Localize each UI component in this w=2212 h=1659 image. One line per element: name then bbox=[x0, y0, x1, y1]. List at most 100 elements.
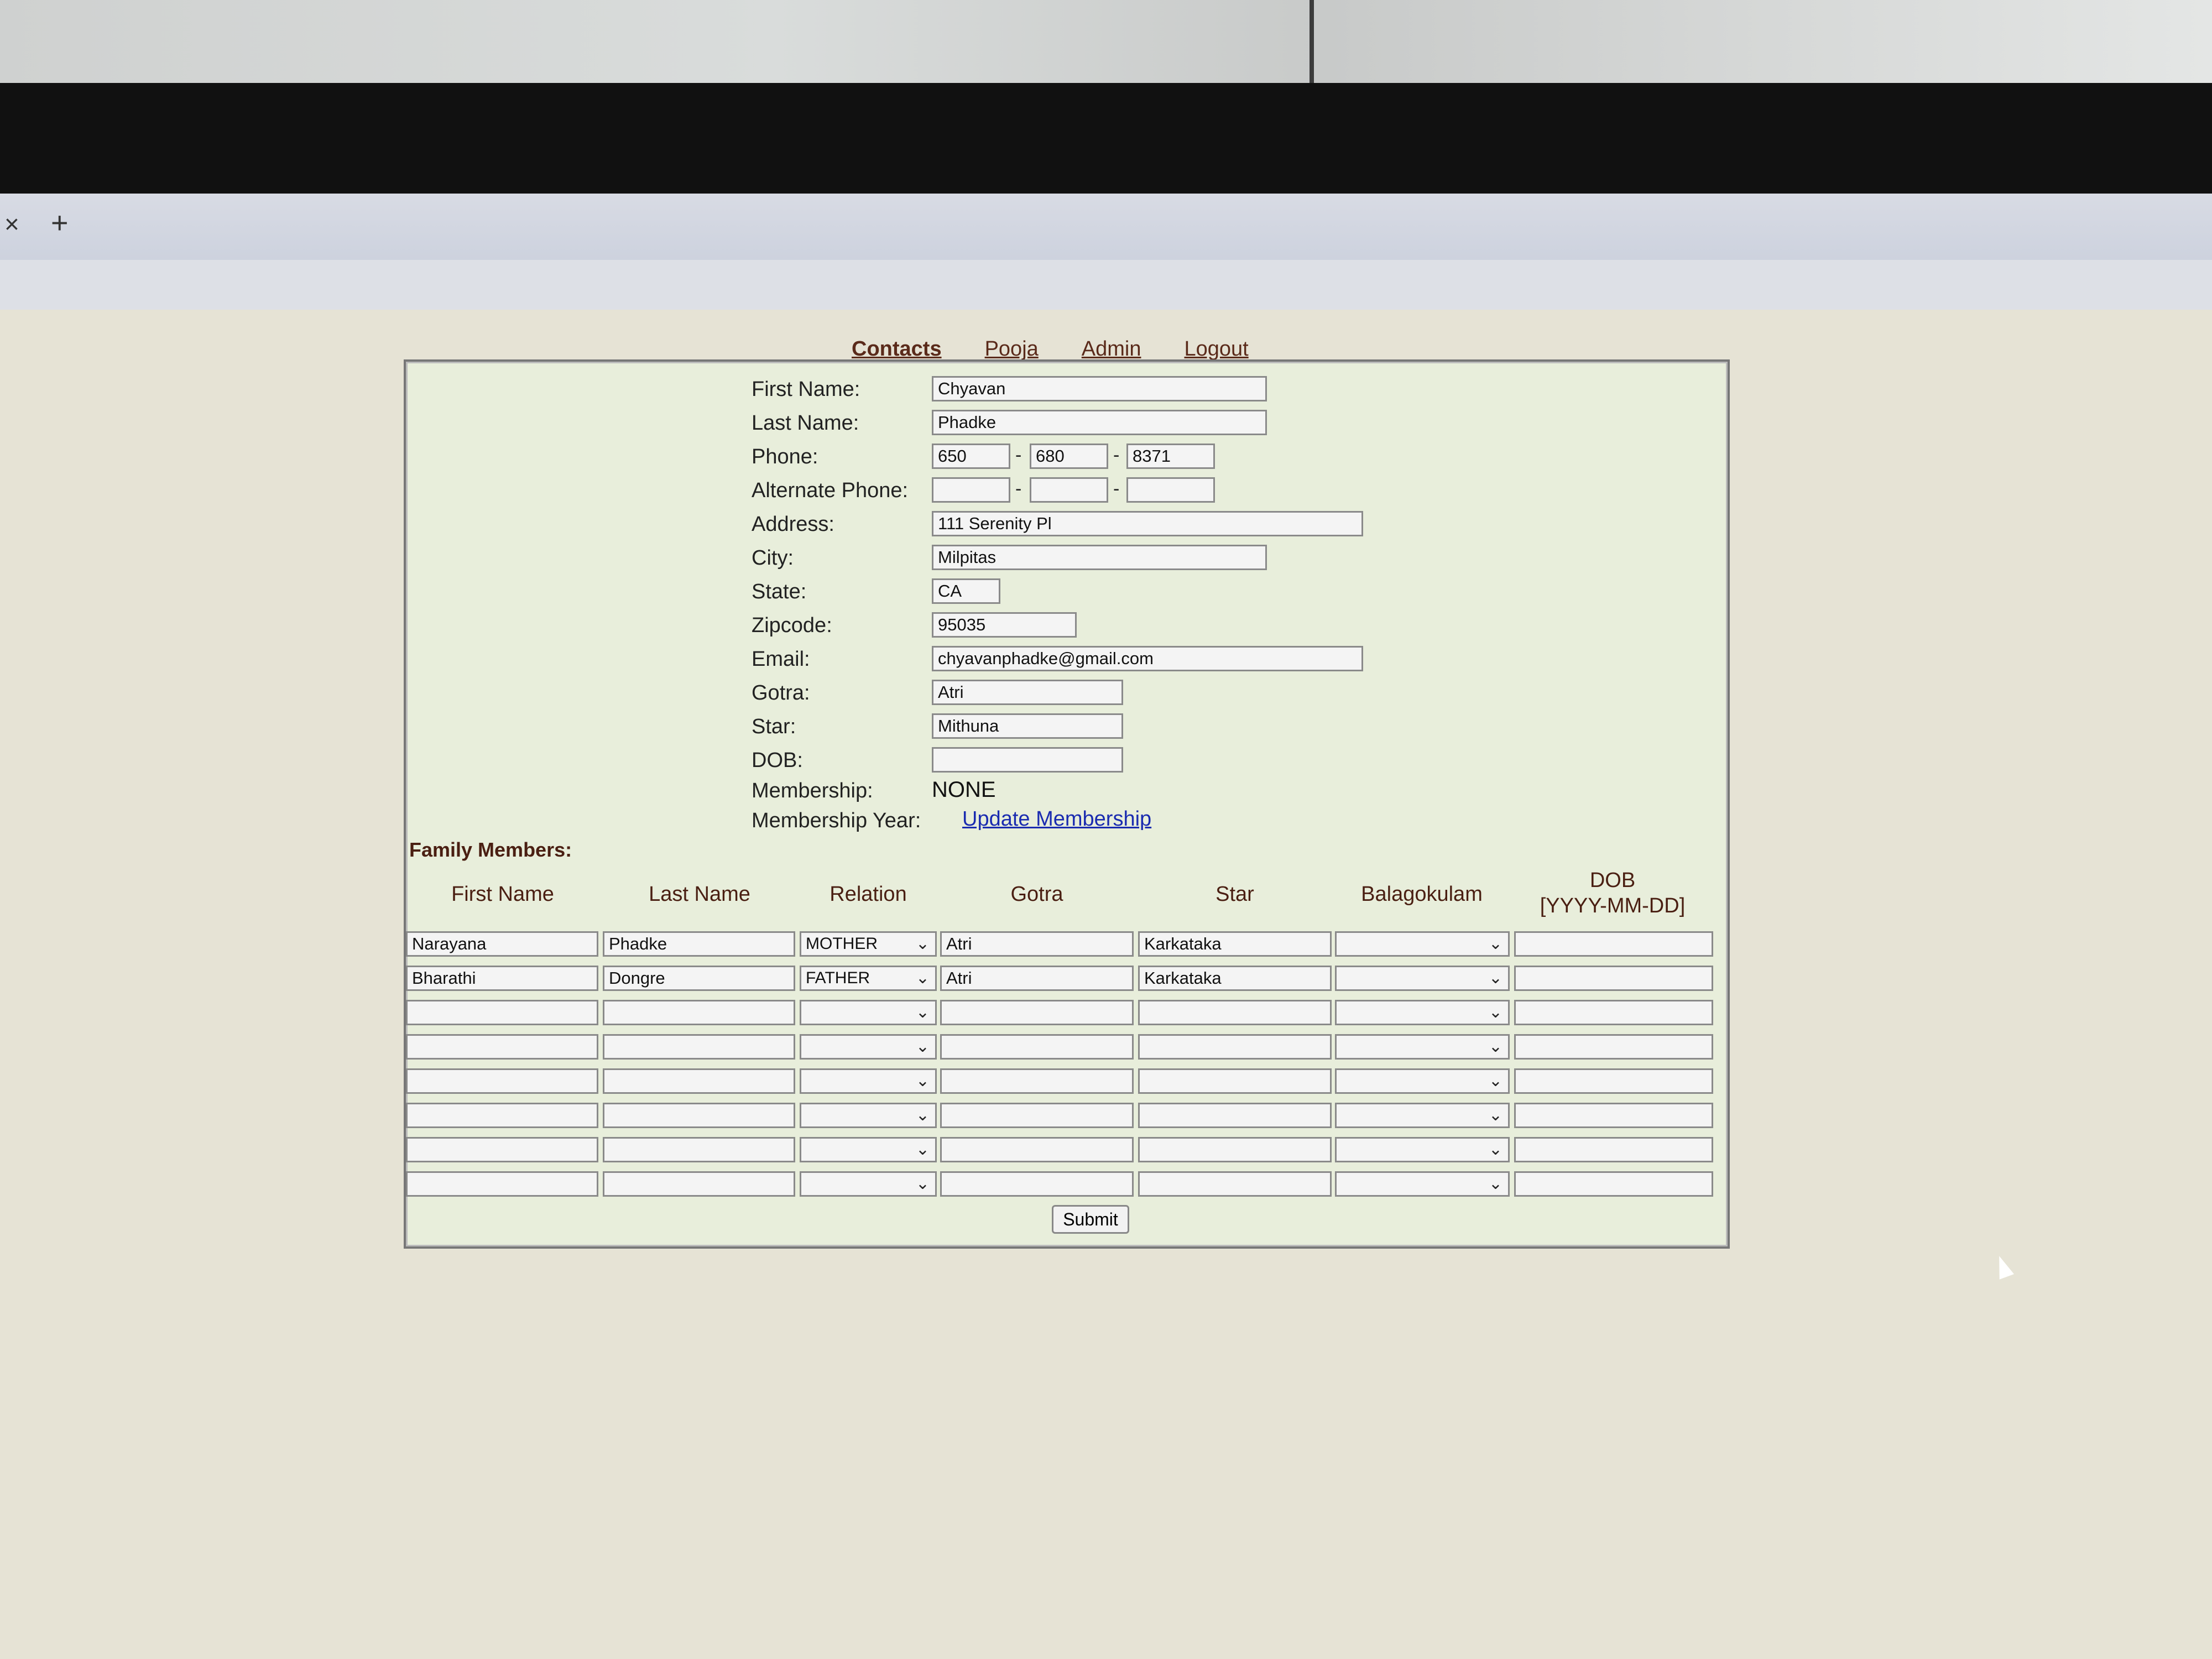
alt-phone-prefix-input[interactable] bbox=[1030, 477, 1108, 503]
chevron-down-icon: ⌄ bbox=[1488, 1175, 1503, 1193]
phone-prefix-input[interactable] bbox=[1030, 444, 1108, 469]
star-label: Star: bbox=[752, 715, 796, 738]
phone-label: Phone: bbox=[752, 445, 818, 468]
family-star-input[interactable] bbox=[1138, 1034, 1332, 1060]
chevron-down-icon: ⌄ bbox=[1488, 1106, 1503, 1124]
family-dob-input[interactable] bbox=[1514, 1137, 1713, 1162]
family-gotra-input[interactable] bbox=[940, 1000, 1134, 1025]
tab-close-icon[interactable]: × bbox=[4, 209, 19, 239]
star-input[interactable] bbox=[932, 713, 1123, 739]
family-balagokulam-select[interactable]: ⌄ bbox=[1335, 1068, 1510, 1094]
state-label: State: bbox=[752, 580, 807, 603]
submit-button[interactable]: Submit bbox=[1052, 1205, 1129, 1234]
first-name-input[interactable] bbox=[932, 376, 1267, 401]
family-last-name-input[interactable] bbox=[603, 1034, 795, 1060]
alt-phone-dash: - bbox=[1113, 478, 1120, 499]
family-dob-input[interactable] bbox=[1514, 1103, 1713, 1128]
family-dob-input[interactable] bbox=[1514, 966, 1713, 991]
family-gotra-input[interactable] bbox=[940, 1034, 1134, 1060]
family-dob-input[interactable] bbox=[1514, 1000, 1713, 1025]
family-balagokulam-select[interactable]: ⌄ bbox=[1335, 1171, 1510, 1197]
family-balagokulam-select[interactable]: ⌄ bbox=[1335, 1034, 1510, 1060]
family-star-input[interactable] bbox=[1138, 1068, 1332, 1094]
family-first-name-input[interactable] bbox=[406, 1103, 598, 1128]
family-balagokulam-select[interactable]: ⌄ bbox=[1335, 966, 1510, 991]
family-first-name-input[interactable] bbox=[406, 1137, 598, 1162]
family-last-name-input[interactable] bbox=[603, 931, 795, 957]
family-star-input[interactable] bbox=[1138, 966, 1332, 991]
family-relation-select[interactable]: MOTHER ⌄ bbox=[800, 931, 937, 957]
family-last-name-input[interactable] bbox=[603, 1068, 795, 1094]
family-star-input[interactable] bbox=[1138, 1171, 1332, 1197]
family-dob-input[interactable] bbox=[1514, 1068, 1713, 1094]
family-first-name-input[interactable] bbox=[406, 1068, 598, 1094]
col-last-name: Last Name bbox=[649, 883, 750, 906]
browser-toolbar bbox=[0, 260, 2212, 310]
col-dob-format: [YYYY-MM-DD] bbox=[1540, 894, 1686, 917]
first-name-label: First Name: bbox=[752, 378, 860, 401]
gotra-input[interactable] bbox=[932, 680, 1123, 705]
phone-dash: - bbox=[1113, 445, 1120, 466]
family-star-input[interactable] bbox=[1138, 1103, 1332, 1128]
col-star: Star bbox=[1215, 883, 1254, 906]
email-label: Email: bbox=[752, 648, 810, 671]
family-balagokulam-select[interactable]: ⌄ bbox=[1335, 1103, 1510, 1128]
family-dob-input[interactable] bbox=[1514, 1034, 1713, 1060]
family-relation-select[interactable]: ⌄ bbox=[800, 1034, 937, 1060]
family-relation-select[interactable]: ⌄ bbox=[800, 1137, 937, 1162]
family-gotra-input[interactable] bbox=[940, 1068, 1134, 1094]
chevron-down-icon: ⌄ bbox=[1488, 1037, 1503, 1056]
email-input[interactable] bbox=[932, 646, 1363, 671]
family-last-name-input[interactable] bbox=[603, 966, 795, 991]
new-tab-icon[interactable]: + bbox=[51, 206, 69, 240]
family-relation-select[interactable]: ⌄ bbox=[800, 1103, 937, 1128]
family-gotra-input[interactable] bbox=[940, 1171, 1134, 1197]
family-gotra-input[interactable] bbox=[940, 1103, 1134, 1128]
family-gotra-input[interactable] bbox=[940, 1137, 1134, 1162]
family-star-input[interactable] bbox=[1138, 1000, 1332, 1025]
family-star-input[interactable] bbox=[1138, 931, 1332, 957]
zipcode-input[interactable] bbox=[932, 612, 1077, 638]
last-name-input[interactable] bbox=[932, 410, 1267, 435]
family-last-name-input[interactable] bbox=[603, 1171, 795, 1197]
family-first-name-input[interactable] bbox=[406, 966, 598, 991]
col-first-name: First Name bbox=[451, 883, 554, 906]
state-input[interactable] bbox=[932, 578, 1000, 604]
family-star-input[interactable] bbox=[1138, 1137, 1332, 1162]
family-gotra-input[interactable] bbox=[940, 931, 1134, 957]
update-membership-link[interactable]: Update Membership bbox=[962, 807, 1151, 831]
address-label: Address: bbox=[752, 513, 834, 536]
alt-phone-line-input[interactable] bbox=[1126, 477, 1215, 503]
family-relation-select[interactable]: ⌄ bbox=[800, 1000, 937, 1025]
col-dob: DOB bbox=[1589, 869, 1636, 892]
select-value: MOTHER bbox=[806, 935, 878, 953]
wall-edge bbox=[1310, 0, 1314, 83]
select-value: FATHER bbox=[806, 969, 870, 987]
chevron-down-icon: ⌄ bbox=[915, 1037, 930, 1056]
family-last-name-input[interactable] bbox=[603, 1000, 795, 1025]
zipcode-label: Zipcode: bbox=[752, 614, 832, 637]
col-balagokulam: Balagokulam bbox=[1361, 883, 1483, 906]
phone-area-input[interactable] bbox=[932, 444, 1010, 469]
family-relation-select[interactable]: ⌄ bbox=[800, 1171, 937, 1197]
family-last-name-input[interactable] bbox=[603, 1137, 795, 1162]
family-last-name-input[interactable] bbox=[603, 1103, 795, 1128]
dob-input[interactable] bbox=[932, 747, 1123, 773]
family-gotra-input[interactable] bbox=[940, 966, 1134, 991]
phone-line-input[interactable] bbox=[1126, 444, 1215, 469]
family-dob-input[interactable] bbox=[1514, 931, 1713, 957]
city-input[interactable] bbox=[932, 545, 1267, 570]
family-balagokulam-select[interactable]: ⌄ bbox=[1335, 1000, 1510, 1025]
family-balagokulam-select[interactable]: ⌄ bbox=[1335, 931, 1510, 957]
family-relation-select[interactable]: ⌄ bbox=[800, 1068, 937, 1094]
family-members-heading: Family Members: bbox=[409, 838, 572, 861]
family-first-name-input[interactable] bbox=[406, 1000, 598, 1025]
family-dob-input[interactable] bbox=[1514, 1171, 1713, 1197]
family-relation-select[interactable]: FATHER ⌄ bbox=[800, 966, 937, 991]
family-balagokulam-select[interactable]: ⌄ bbox=[1335, 1137, 1510, 1162]
family-first-name-input[interactable] bbox=[406, 1171, 598, 1197]
family-first-name-input[interactable] bbox=[406, 1034, 598, 1060]
alt-phone-area-input[interactable] bbox=[932, 477, 1010, 503]
address-input[interactable] bbox=[932, 511, 1363, 536]
family-first-name-input[interactable] bbox=[406, 931, 598, 957]
